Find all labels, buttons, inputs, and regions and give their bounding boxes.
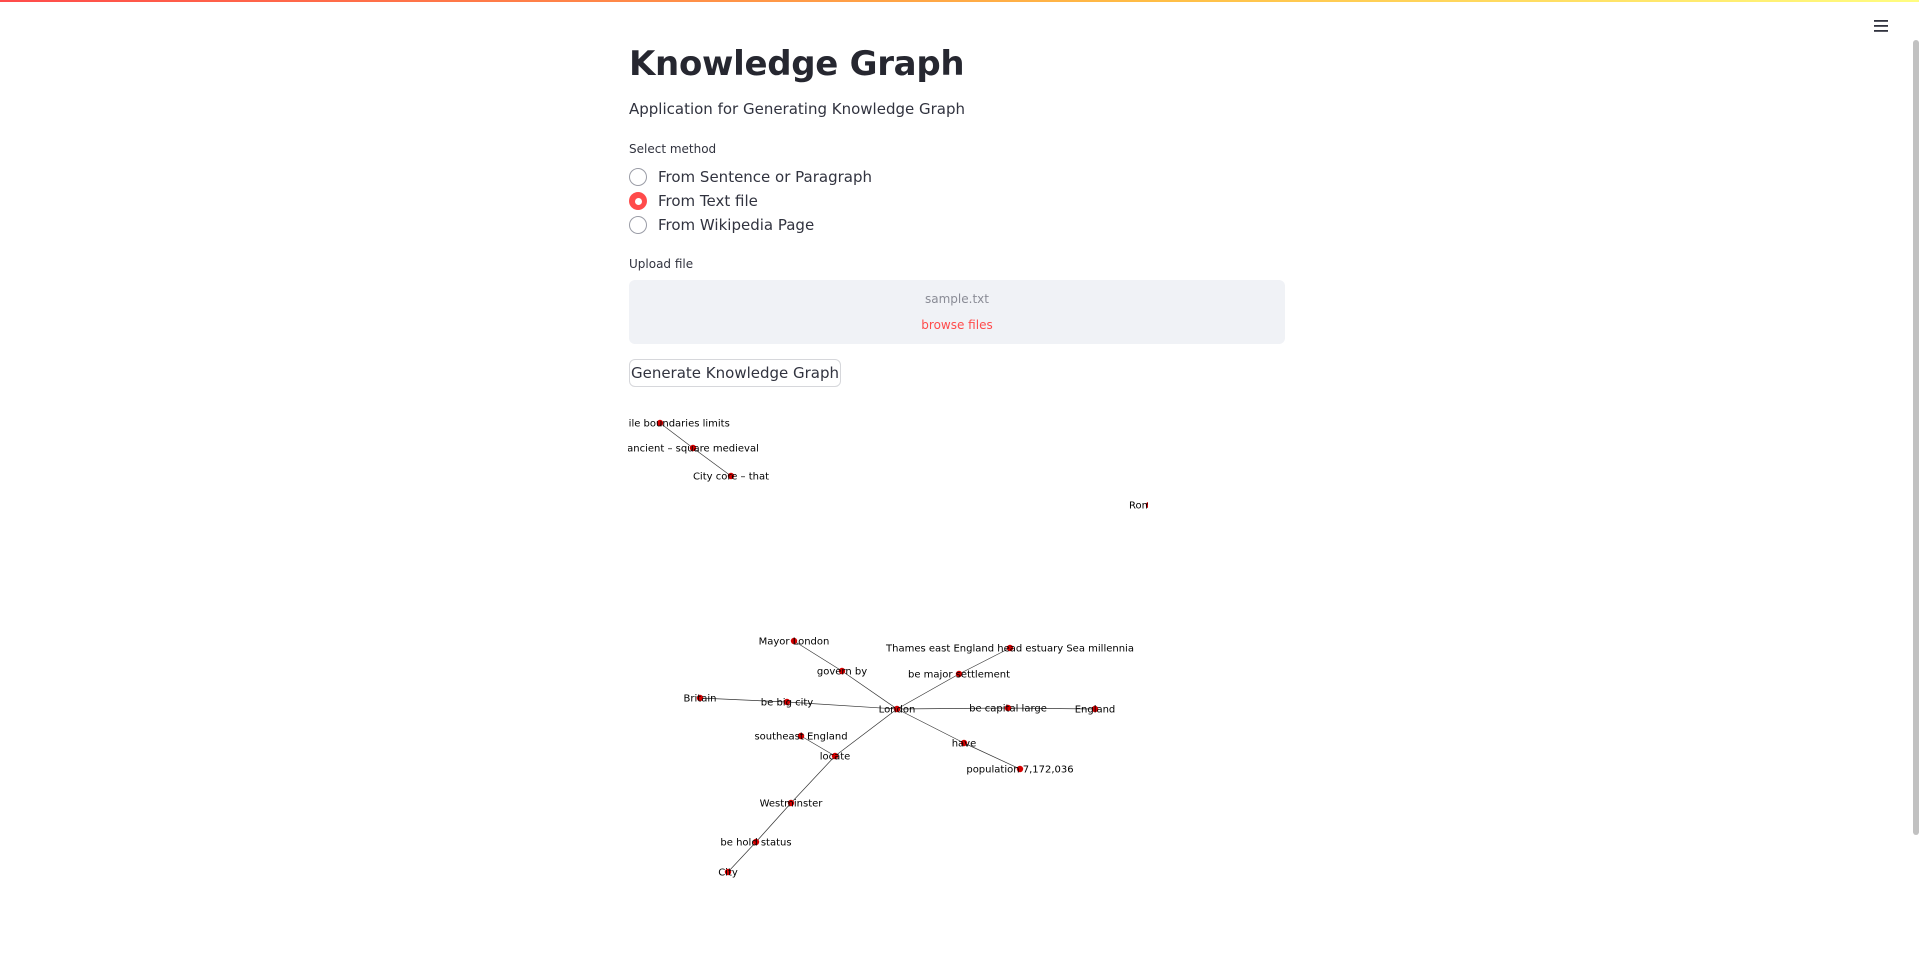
method-label: Select method (629, 142, 717, 156)
hamburger-icon (1873, 18, 1889, 37)
graph-node-label: London (879, 705, 916, 716)
radio-option-text-file[interactable]: From Text file (629, 190, 758, 212)
page-title: Knowledge Graph (629, 44, 965, 84)
graph-node-label: miles Mile boundaries limits (628, 419, 730, 430)
graph-edge (790, 755, 836, 804)
graph-node-label: have (952, 739, 977, 750)
page-subtitle: Application for Generating Knowledge Gra… (629, 100, 965, 118)
uploaded-file-name: sample.txt (925, 292, 989, 306)
graph-node-label: be capital large (969, 704, 1047, 715)
graph-node-label: City (718, 868, 738, 879)
graph-node-label: ancient – square medieval (628, 444, 759, 455)
graph-node-label: Westminster (760, 799, 824, 810)
graph-node-label: be big city (761, 698, 814, 709)
radio-option-sentence[interactable]: From Sentence or Paragraph (629, 166, 872, 188)
upload-label: Upload file (629, 257, 694, 271)
graph-node-label: southeast England (754, 732, 847, 743)
graph-node-label: be hold status (720, 838, 791, 849)
radio-option-wikipedia[interactable]: From Wikipedia Page (629, 214, 814, 236)
generate-graph-button[interactable]: Generate Knowledge Graph (629, 359, 841, 387)
graph-node-label: Mayor London (759, 637, 830, 648)
radio-label: From Sentence or Paragraph (658, 168, 872, 186)
file-dropzone[interactable]: sample.txt browse files (629, 280, 1285, 344)
graph-node-label: locate (820, 752, 851, 763)
radio-label: From Wikipedia Page (658, 216, 815, 234)
radio-circle[interactable] (629, 168, 647, 186)
graph-node-label: Romans (1129, 501, 1148, 512)
radio-circle[interactable] (629, 216, 647, 234)
graph-node-label: Britain (684, 694, 717, 705)
graph-node-label: City core – that (693, 472, 769, 483)
top-decoration-bar (0, 0, 1919, 2)
radio-circle-selected[interactable] (629, 192, 647, 210)
browse-files-link[interactable]: browse files (921, 318, 992, 332)
graph-node-label: England (1075, 705, 1116, 716)
graph-node-label: be major settlement (908, 670, 1010, 681)
main-menu-button[interactable] (1866, 12, 1896, 42)
radio-label: From Text file (658, 192, 758, 210)
knowledge-graph: miles Mile boundaries limits ancient – sq… (628, 419, 1148, 879)
page-scrollbar[interactable] (1913, 40, 1919, 835)
graph-node-label: population 7,172,036 (966, 765, 1073, 776)
graph-node-label: Thames east England head estuary Sea mil… (885, 644, 1134, 655)
graph-node-label: govern by (817, 667, 867, 678)
